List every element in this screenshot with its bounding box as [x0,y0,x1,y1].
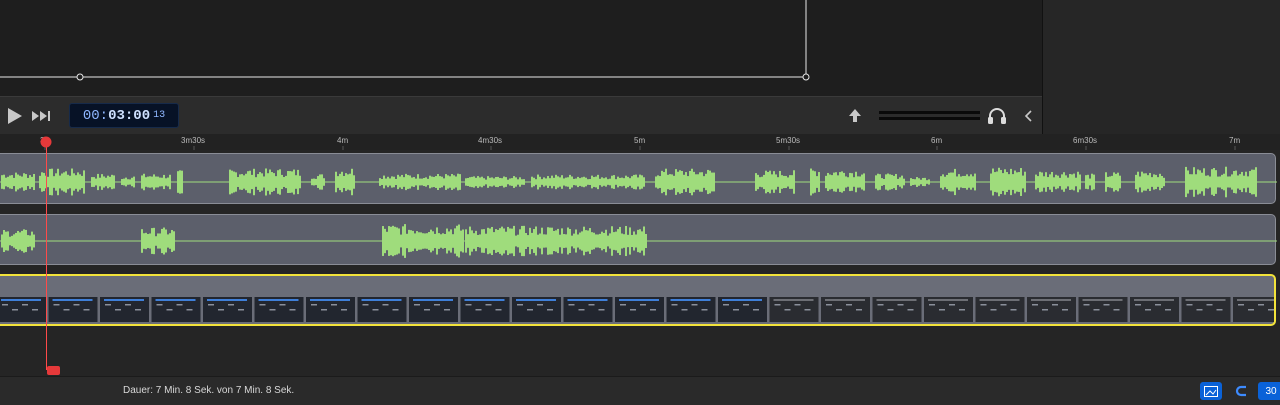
audio-level-meter [879,97,980,135]
play-icon [8,108,22,124]
viewer-area [0,0,1042,96]
timecode-hours: 00: [82,107,109,124]
play-button[interactable] [4,97,26,135]
playhead-bottom-handle[interactable] [47,366,60,375]
audio-waveform [0,224,1277,258]
status-bar: Dauer: 7 Min. 8 Sek. von 7 Min. 8 Sek. 3… [0,376,1280,405]
share-button[interactable] [845,97,865,135]
transport-bar: 00: 03:00 13 [0,96,1042,134]
playhead-handle[interactable] [40,136,52,148]
timecode-display[interactable]: 00: 03:00 13 [69,103,179,128]
ruler-label: 7m [1229,136,1241,145]
timeline-tracks [0,150,1280,376]
share-up-arrow-icon [849,109,861,122]
snapping-button[interactable] [1230,382,1252,400]
playhead[interactable] [46,142,47,370]
ruler-label: 5m [634,136,646,145]
video-clip-selected[interactable] [0,274,1276,326]
ruler-label: 5m30s [776,136,801,145]
keyframe-curve [0,0,810,81]
ruler-label: 4m30s [478,136,503,145]
headphones-icon [988,108,1006,124]
zoom-level-badge[interactable]: 30 [1258,382,1280,400]
ruler-label: 6m30s [1073,136,1098,145]
headphones-button[interactable] [986,97,1008,135]
keyframe-point[interactable] [76,73,84,81]
timecode-frames: 13 [153,110,166,121]
ruler-label: 6m [931,136,943,145]
duration-text: Dauer: 7 Min. 8 Sek. von 7 Min. 8 Sek. [123,385,295,396]
inspector-panel [1042,0,1280,134]
chevron-left-icon [1024,110,1032,122]
ruler-label: 4m [337,136,349,145]
audio-clip-1[interactable] [0,153,1277,204]
skip-to-end-button[interactable] [31,97,53,135]
keyframe-point[interactable] [802,73,810,81]
audio-waveform [0,166,1277,198]
video-filmstrip [0,297,1274,322]
skip-to-end-icon [32,111,50,121]
image-icon [1204,385,1218,397]
magnet-icon [1235,385,1246,397]
collapse-inspector-button[interactable] [1020,97,1036,135]
ruler-label: 3m30s [181,136,206,145]
audio-clip-2[interactable] [0,214,1277,265]
clip-appearance-button[interactable] [1200,382,1222,400]
timeline-ruler[interactable]: 3 3m30s 4m 4m30s 5m 5m30s 6m 6m30s 7m [0,134,1280,151]
timecode-main: 03:00 [108,107,151,124]
